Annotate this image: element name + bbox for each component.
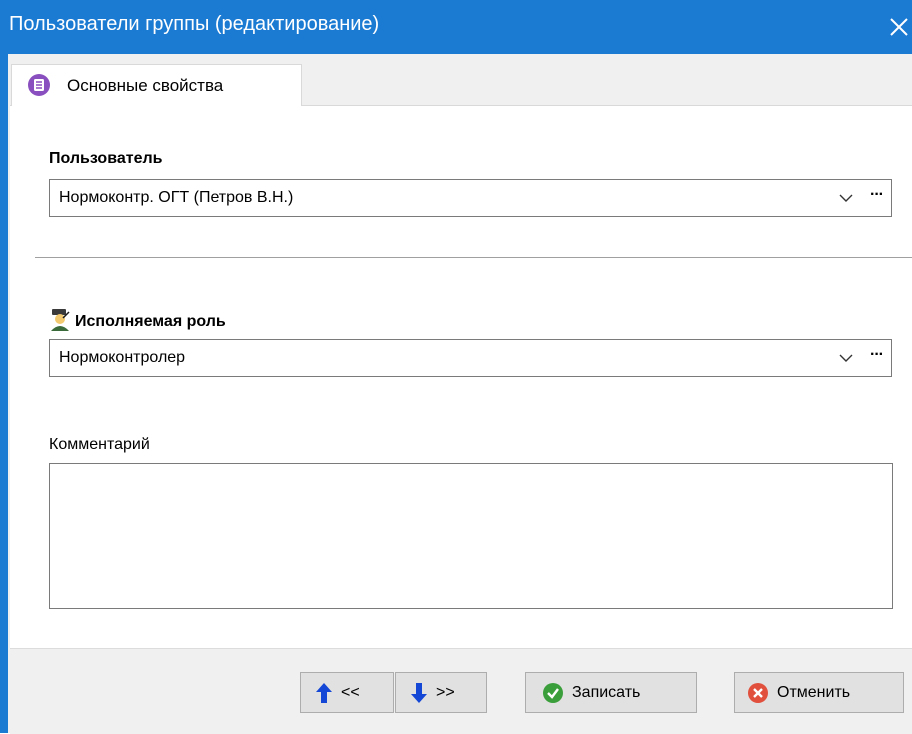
section-divider (35, 257, 912, 258)
save-button-label: Записать (572, 684, 641, 701)
tab-label: Основные свойства (67, 76, 224, 95)
user-label: Пользователь (49, 150, 163, 167)
user-select-value: Нормоконтр. ОГТ (Петров В.Н.) (59, 189, 294, 206)
close-icon (890, 18, 908, 36)
close-button[interactable] (866, 0, 912, 54)
role-select-value: Нормоконтролер (59, 349, 186, 366)
tab-strip: Основные свойства (10, 54, 912, 106)
prev-record-label: << (341, 684, 360, 701)
role-label: Исполняемая роль (75, 313, 226, 330)
cancel-button-label: Отменить (777, 684, 851, 701)
x-circle-icon (748, 683, 768, 703)
role-select[interactable]: Нормоконтролер ··· (49, 339, 892, 377)
window-titlebar: Пользователи группы (редактирование) (0, 0, 912, 54)
tab-main-properties[interactable]: Основные свойства (11, 64, 302, 106)
chevron-down-icon[interactable] (839, 353, 853, 363)
next-record-button[interactable]: >> (395, 672, 487, 713)
role-browse-button[interactable]: ··· (870, 346, 884, 364)
comment-label: Комментарий (49, 436, 150, 453)
save-button[interactable]: Записать (525, 672, 697, 713)
comment-textarea[interactable] (49, 463, 893, 609)
user-browse-button[interactable]: ··· (870, 186, 884, 204)
arrow-up-icon (316, 683, 332, 703)
role-user-icon (51, 309, 70, 331)
next-record-label: >> (436, 684, 455, 701)
prev-record-button[interactable]: << (300, 672, 394, 713)
window-frame-inner (8, 54, 10, 733)
chevron-down-icon[interactable] (839, 193, 853, 203)
arrow-down-icon (411, 683, 427, 703)
check-circle-icon (543, 683, 563, 703)
window-frame-left (0, 54, 8, 733)
window-title: Пользователи группы (редактирование) (9, 13, 380, 35)
user-select[interactable]: Нормоконтр. ОГТ (Петров В.Н.) ··· (49, 179, 892, 217)
list-icon (28, 74, 50, 96)
dialog-footer: << >> Записать Отменить (10, 648, 912, 734)
cancel-button[interactable]: Отменить (734, 672, 904, 713)
